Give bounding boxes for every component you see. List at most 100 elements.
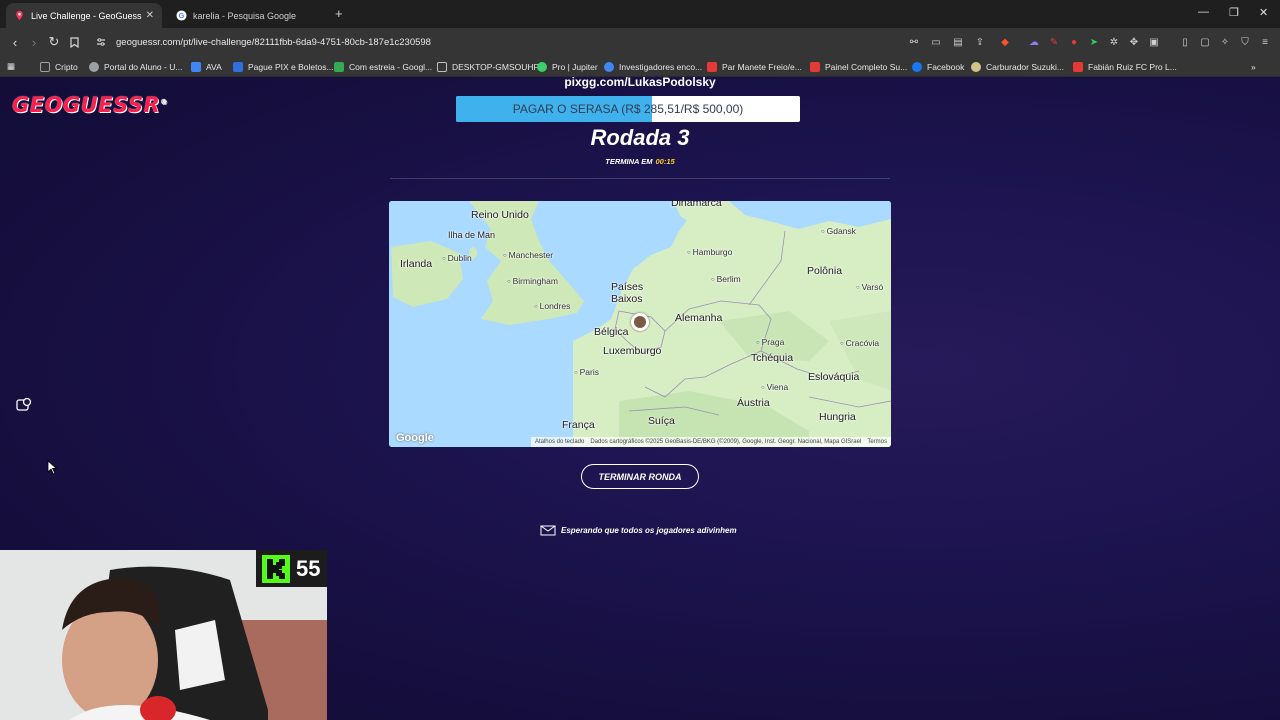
extension-gear-icon[interactable]: ✲ <box>1107 35 1121 49</box>
menu-icon[interactable]: ≡ <box>1258 35 1272 49</box>
map-label: Cracóvia <box>840 338 880 348</box>
map-attribution: Atalhos do teclado Dados cartográficos ©… <box>530 437 891 447</box>
sidebar-icon[interactable]: ▯ <box>1178 35 1192 49</box>
guess-marker-avatar[interactable] <box>631 313 649 331</box>
close-window-icon[interactable]: ✕ <box>1259 6 1268 19</box>
jupiter-icon <box>537 61 547 72</box>
cast-icon[interactable]: ▤ <box>951 35 965 49</box>
google-favicon-icon: G <box>176 10 187 21</box>
map-label: Polônia <box>807 265 843 277</box>
bookmark-label: Portal do Aluno - U... <box>104 61 183 72</box>
folder-icon <box>40 61 50 72</box>
extension-red-icon[interactable]: ● <box>1067 35 1081 49</box>
bookmark-label: Fabián Ruiz FC Pro L... <box>1088 61 1177 72</box>
bookmark-label: Pro | Jupiter <box>552 61 598 72</box>
carburetor-icon <box>971 61 981 72</box>
share-icon[interactable]: ⇪ <box>973 35 987 49</box>
site-settings-icon[interactable] <box>96 37 106 47</box>
map-label: Alemanha <box>675 312 723 324</box>
round-timer: 00:15 <box>655 157 675 166</box>
minimize-icon[interactable]: — <box>1198 6 1209 18</box>
bookmark-item[interactable]: Carburador Suzuki... <box>971 59 1064 74</box>
map-label: Luxemburgo <box>603 345 662 357</box>
bookmark-item[interactable]: Pague PIX e Boletos... <box>233 59 334 74</box>
leo-ai-icon[interactable]: ✧ <box>1218 35 1232 49</box>
map-data-credit: Dados cartográficos ©2025 GeoBasis-DE/BK… <box>590 439 862 445</box>
map-label: Ilha de Man <box>448 230 496 240</box>
bookmark-item[interactable]: DESKTOP-GMSOUHF <box>437 59 539 74</box>
geoguessr-logo[interactable]: GEOGUESSR® <box>12 93 168 117</box>
forward-icon[interactable]: › <box>25 33 43 51</box>
map-label: Bélgica <box>594 326 629 338</box>
address-bar[interactable]: geoguessr.com/pt/live-challenge/82111fbb… <box>88 31 898 53</box>
bookmark-item[interactable]: AVA <box>191 59 222 74</box>
terms-link[interactable]: Termos <box>867 439 887 445</box>
extension-pen-icon[interactable]: ✎ <box>1047 35 1061 49</box>
desktop-icon <box>437 61 447 72</box>
brave-shield-icon[interactable]: ◆ <box>998 35 1012 49</box>
extension-cursor-icon[interactable]: ➤ <box>1087 35 1101 49</box>
bookmark-item[interactable]: Par Manete Freio/e... <box>707 59 802 74</box>
map-label: Dinamarca <box>671 201 722 209</box>
fifa-icon <box>1073 61 1083 72</box>
extensions-puzzle-icon[interactable]: ✥ <box>1127 35 1141 49</box>
bookmark-item[interactable]: Portal do Aluno - U... <box>89 59 182 74</box>
bookmark-label: Cripto <box>55 61 78 72</box>
waiting-text: Esperando que todos os jogadores adivinh… <box>561 526 737 535</box>
keyboard-shortcuts-link[interactable]: Atalhos do teclado <box>535 439 584 445</box>
bookmark-item[interactable]: Painel Completo Su... <box>810 59 907 74</box>
map-label: Áustria <box>737 397 770 409</box>
map-label: Hungria <box>819 411 856 423</box>
shop-icon <box>810 61 820 72</box>
bookmark-item[interactable]: Fabián Ruiz FC Pro L... <box>1073 59 1177 74</box>
bookmark-label: Carburador Suzuki... <box>986 61 1064 72</box>
extension-cloud-icon[interactable]: ☁ <box>1027 35 1041 49</box>
map-label: Londres <box>534 301 571 311</box>
map-label: Viena <box>761 382 789 392</box>
map-label: Manchester <box>503 250 553 260</box>
bookmark-label: Painel Completo Su... <box>825 61 908 72</box>
google-logo: Google <box>396 432 434 444</box>
geoguessr-favicon-icon <box>16 10 23 21</box>
bookmark-item[interactable]: Com estreia - Googl... <box>334 59 432 74</box>
bookmark-item[interactable]: Pro | Jupiter <box>537 59 598 74</box>
wallet-icon[interactable]: ▢ <box>1198 35 1212 49</box>
new-tab-icon[interactable]: + <box>335 6 343 21</box>
tab-google-search[interactable]: G karelia - Pesquisa Google <box>168 3 332 28</box>
apps-grid-icon[interactable]: ▦ <box>7 59 15 74</box>
bookmark-item[interactable]: Cripto <box>40 59 78 74</box>
tab-close-icon[interactable]: ✕ <box>146 10 154 21</box>
pix-icon <box>233 61 243 72</box>
restore-icon[interactable]: ❐ <box>1229 6 1239 19</box>
mouse-cursor-icon <box>47 460 57 475</box>
avatar <box>634 316 646 328</box>
bookmark-page-icon[interactable] <box>65 33 83 51</box>
bookmark-item[interactable]: Facebook <box>912 59 964 74</box>
bookmark-item[interactable]: Investigadores enco... <box>604 59 702 74</box>
reload-icon[interactable]: ↻ <box>45 33 63 51</box>
map-label: Praga <box>756 337 785 347</box>
extension-box-icon[interactable]: ▣ <box>1147 35 1161 49</box>
donation-progress-bar: PAGAR O SERASA (R$ 285,51/R$ 500,00) <box>456 96 800 122</box>
screen-icon[interactable]: ▭ <box>929 35 943 49</box>
chat-icon[interactable] <box>14 395 34 415</box>
drive-icon <box>334 61 344 72</box>
kick-viewer-badge: 55 <box>256 550 327 587</box>
round-title: Rodada 3 <box>590 125 690 150</box>
ends-text: TERMINA EM <box>605 157 653 166</box>
map-label: Reino Unido <box>471 209 529 221</box>
ava-icon <box>191 61 201 72</box>
map-label: Irlanda <box>400 258 433 270</box>
back-icon[interactable]: ‹ <box>6 33 24 51</box>
bookmark-label: AVA <box>206 61 222 72</box>
end-round-button[interactable]: TERMINAR RONDA <box>581 464 699 489</box>
tab-strip: Live Challenge - GeoGuessr ✕ G karelia -… <box>0 0 1280 28</box>
more-bookmarks-icon[interactable]: » <box>1251 59 1256 74</box>
translate-off-icon[interactable]: ⚯ <box>907 35 921 49</box>
map-label: Birmingham <box>507 276 558 286</box>
map-label: Berlim <box>711 274 741 284</box>
vpn-shield-icon[interactable]: ⛉ <box>1238 35 1252 49</box>
bookmark-label: Facebook <box>927 61 965 72</box>
waiting-message: Esperando que todos os jogadores adivinh… <box>540 525 737 536</box>
tab-live-challenge[interactable]: Live Challenge - GeoGuessr ✕ <box>6 3 162 28</box>
